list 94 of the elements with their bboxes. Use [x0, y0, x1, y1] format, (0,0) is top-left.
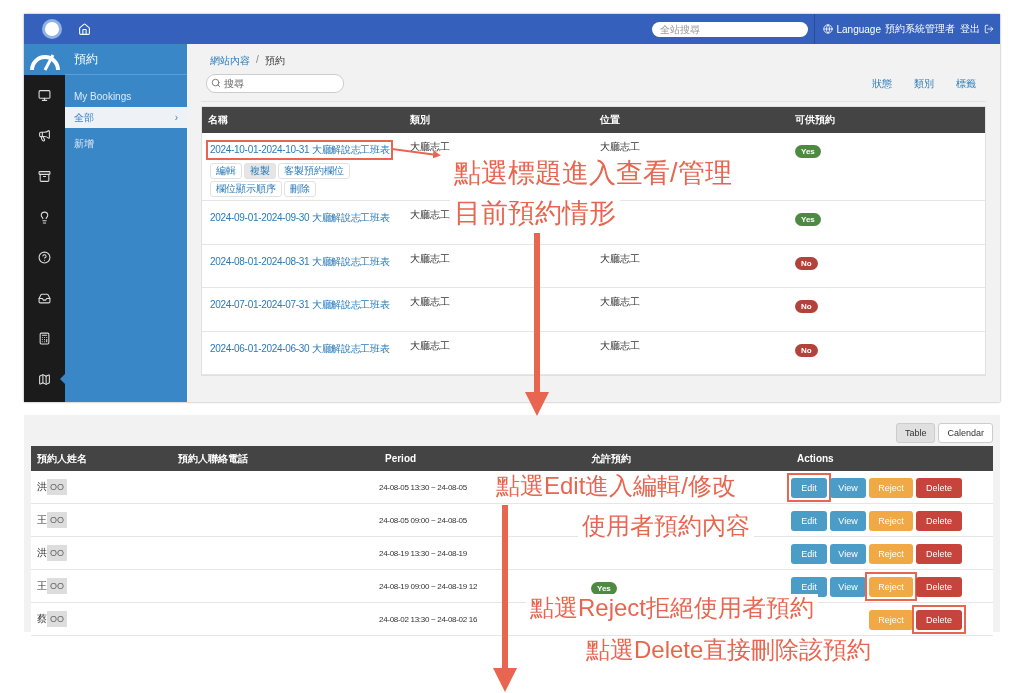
annotation-text: 點選Reject拒絕使用者預約 [526, 594, 819, 623]
column-header: 預約人姓名 [36, 451, 88, 466]
chevron-icon: › [174, 112, 178, 123]
masked-text: OO [47, 545, 67, 561]
filter-link[interactable]: 標籤 [956, 76, 976, 91]
column-header: 可供預約 [794, 113, 836, 127]
column-header: Period [384, 453, 418, 464]
table-cell: 蔡 [37, 612, 47, 626]
table-cell: 大廳志工 [410, 295, 450, 309]
availability-badge: No [795, 300, 818, 313]
view-button[interactable]: View [830, 576, 866, 597]
table-cell: 大廳志工 [600, 251, 640, 266]
column-header: Actions [796, 453, 835, 464]
table-cell: 大廳志工 [410, 338, 450, 353]
masked-text: OO [47, 512, 67, 528]
user-name[interactable]: 預約系統管理者 [885, 22, 955, 36]
logo-icon [42, 19, 62, 39]
title-link[interactable]: 2024-08-01-2024-08-31 大廳解說志工班表 [206, 251, 394, 272]
availability-badge: Yes [795, 145, 821, 158]
site-search-field[interactable]: 全站搜尋 [651, 21, 808, 37]
help-icon [38, 251, 51, 265]
filter-link[interactable]: 狀態 [872, 76, 892, 91]
table-cell: 王 [37, 579, 47, 593]
breadcrumb-link[interactable]: 預約 [264, 54, 285, 68]
row-action-button[interactable]: 編輯 [210, 163, 242, 179]
title-link[interactable]: 2024-10-01-2024-10-31 大廳解說志工班表 [206, 140, 394, 160]
masked-text: OO [47, 578, 67, 594]
monitor-icon [38, 88, 51, 102]
search-field[interactable]: 搜尋 [206, 74, 344, 93]
annotation-text: 使用者預約內容 [578, 512, 754, 541]
edit-button[interactable]: Edit [791, 510, 827, 531]
view-button[interactable]: View [830, 510, 866, 531]
column-header: 預約人聯絡電話 [177, 451, 249, 466]
table-cell: 洪 [37, 480, 47, 494]
table-cell: 大廳志工 [600, 295, 640, 309]
table-cell: 大廳志工 [600, 338, 640, 353]
availability-badge: No [795, 256, 818, 270]
delete-button[interactable]: Delete [916, 609, 962, 630]
column-header: 位置 [599, 113, 621, 127]
globe-icon [822, 24, 833, 34]
view-toggle-button[interactable]: Table [895, 423, 936, 443]
home-icon[interactable] [78, 22, 91, 36]
logout-icon[interactable] [984, 24, 994, 34]
sidebar-item[interactable]: 全部 › [65, 107, 187, 128]
column-header: 允許預約 [590, 451, 632, 466]
table-cell: 24-08-19 09:00 ~ 24-08-19 12 [379, 581, 478, 591]
calculator-icon [38, 332, 51, 346]
filter-link[interactable]: 類別 [914, 76, 934, 91]
megaphone-icon [38, 129, 51, 143]
table-cell: 洪 [37, 546, 47, 560]
column-header: 類別 [409, 113, 431, 127]
delete-button[interactable]: Delete [916, 576, 962, 597]
table-cell: 24-08-05 09:00 ~ 24-08-05 [379, 515, 467, 525]
language-label[interactable]: Language [836, 23, 881, 35]
table-cell: 大廳志工 [410, 208, 450, 222]
row-action-button[interactable]: 刪除 [284, 181, 316, 197]
view-toggle-button[interactable]: Calendar [938, 423, 993, 443]
table-cell: 大廳志工 [600, 140, 640, 154]
table-cell: 24-08-02 13:30 ~ 24-08-02 16 [379, 614, 478, 624]
availability-badge: Yes [795, 213, 821, 226]
column-header: 名稱 [207, 113, 229, 127]
table-cell: 24-08-19 13:30 ~ 24-08-19 [379, 548, 467, 558]
sidebar-item[interactable]: My Bookings [65, 86, 187, 107]
edit-button[interactable]: Edit [791, 543, 827, 564]
row-action-button[interactable]: 複製 [244, 163, 276, 179]
bulb-icon [38, 210, 51, 224]
table-cell: 大廳志工 [410, 251, 450, 266]
title-link[interactable]: 2024-07-01-2024-07-31 大廳解說志工班表 [206, 295, 394, 315]
row-action-button[interactable]: 客製預約欄位 [278, 163, 350, 179]
masked-text: OO [47, 611, 67, 627]
edit-button[interactable]: Edit [791, 576, 827, 597]
view-button[interactable]: View [830, 477, 866, 498]
delete-button[interactable]: Delete [916, 510, 962, 531]
table-cell: 大廳志工 [410, 140, 450, 154]
breadcrumb-link[interactable]: 網站內容 [210, 54, 250, 68]
masked-text: OO [47, 479, 67, 495]
logout-link[interactable]: 登出 [960, 22, 980, 36]
annotation-text: 目前預約情形 [450, 197, 620, 230]
inbox-icon [38, 291, 51, 305]
view-button[interactable]: View [830, 543, 866, 564]
edit-button[interactable]: Edit [791, 477, 827, 498]
title-link[interactable]: 2024-06-01-2024-06-30 大廳解說志工班表 [206, 338, 394, 359]
search-icon [211, 78, 221, 88]
map-icon [38, 372, 51, 386]
archive-icon [38, 170, 51, 183]
delete-button[interactable]: Delete [916, 543, 962, 564]
availability-badge: No [795, 343, 818, 357]
table-cell: 王 [37, 513, 47, 527]
title-link[interactable]: 2024-09-01-2024-09-30 大廳解說志工班表 [206, 208, 394, 228]
delete-button[interactable]: Delete [916, 477, 962, 498]
breadcrumb-separator: / [256, 54, 259, 67]
row-action-button[interactable]: 欄位顯示順序 [210, 181, 282, 197]
sidebar-item[interactable]: 新增 [65, 133, 187, 154]
table-cell: 24-08-05 13:30 ~ 24-08-05 [379, 482, 467, 492]
